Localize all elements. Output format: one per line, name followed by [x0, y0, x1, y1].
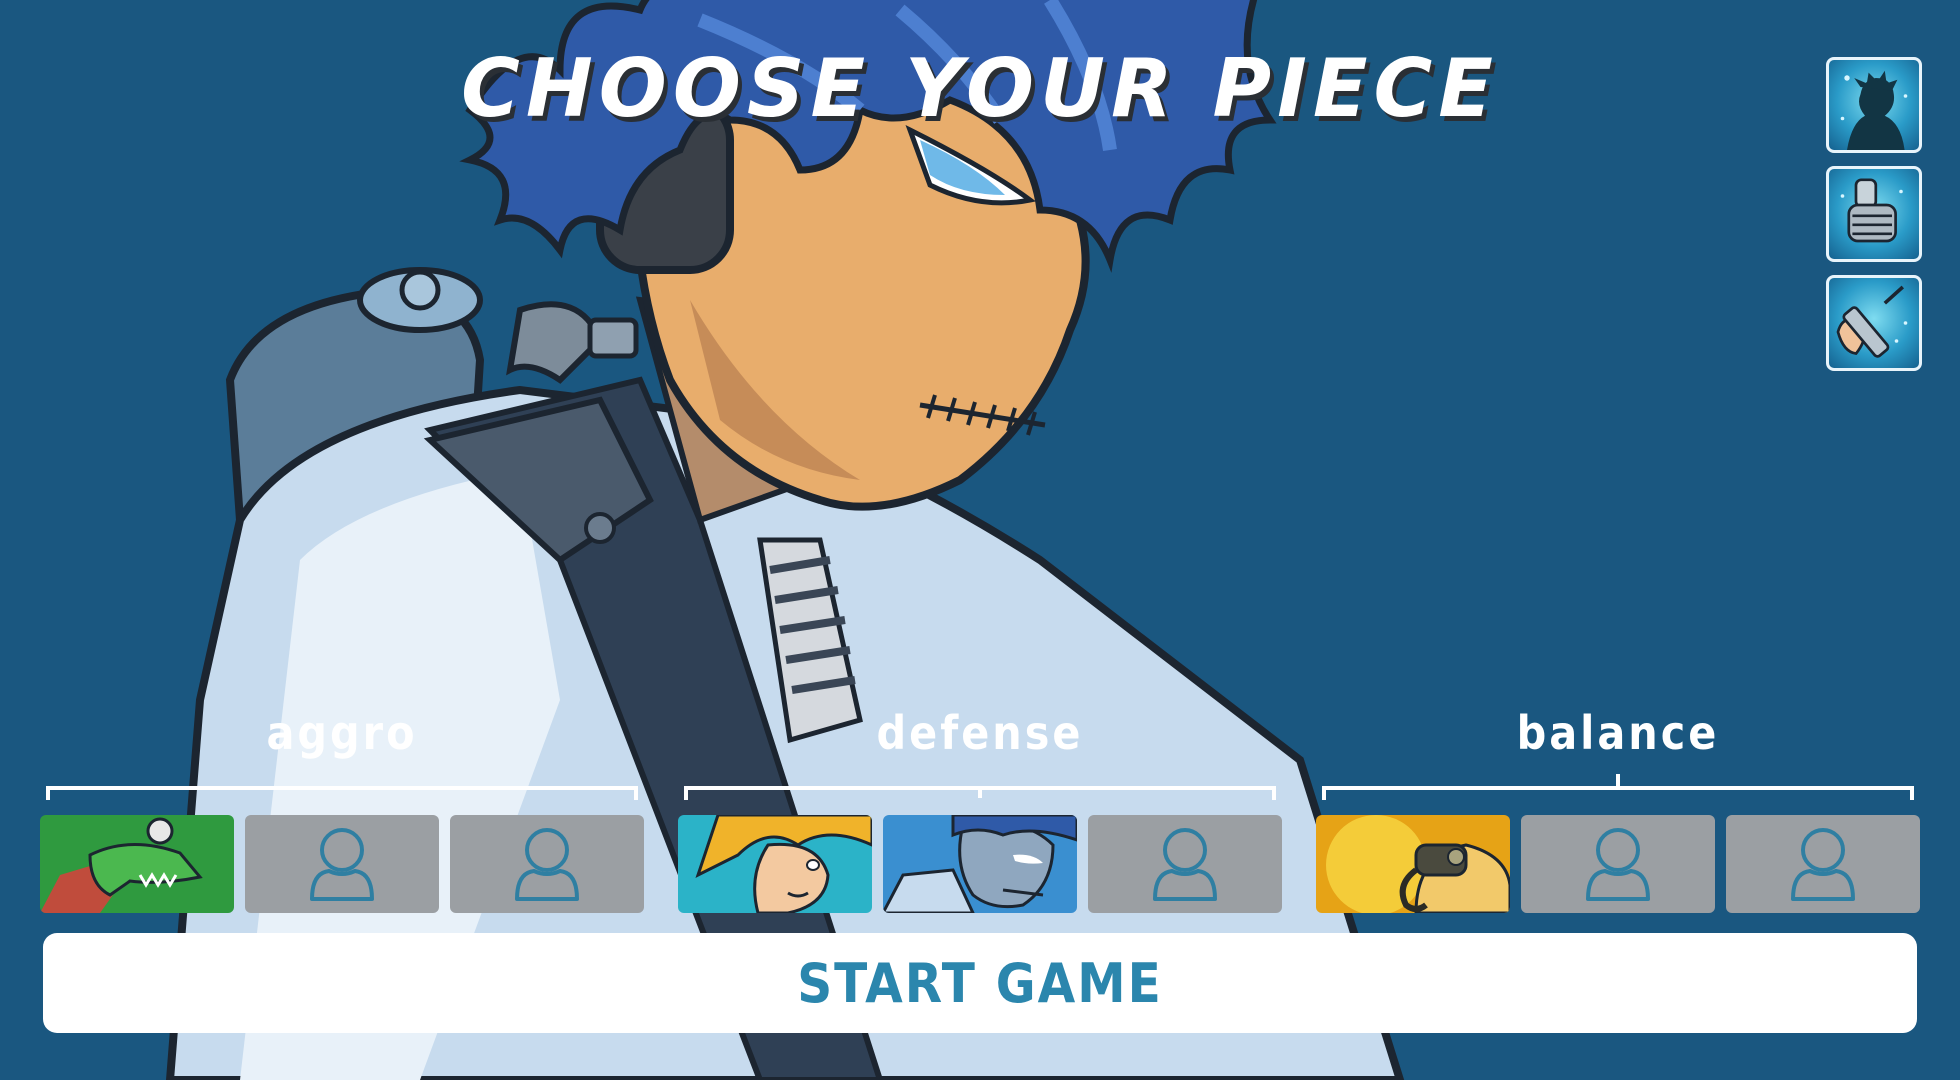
start-game-button[interactable]: START GAME	[43, 933, 1917, 1033]
ability-hand-syringe-button[interactable]	[1826, 275, 1922, 371]
blue-haired-scientist-portrait	[883, 815, 1077, 913]
hero-character-art	[165, 0, 1405, 1080]
piece-slot-aggro-2[interactable]	[245, 815, 439, 913]
gas-mask-yellow-portrait	[1316, 815, 1510, 913]
piece-slot-aggro-3[interactable]	[450, 815, 644, 913]
bracket-tick	[978, 786, 982, 798]
piece-slot-defense-3[interactable]	[1088, 815, 1282, 913]
user-placeholder-icon	[515, 828, 579, 901]
user-placeholder-icon	[310, 828, 374, 901]
piece-slot-balance-2[interactable]	[1521, 815, 1715, 913]
piece-slot-defense-2[interactable]	[883, 815, 1077, 913]
group-aggro: aggro	[38, 706, 646, 918]
group-label-defense: defense	[876, 706, 1084, 760]
ability-shadow-figure-button[interactable]	[1826, 57, 1922, 153]
ability-robot-fist-button[interactable]	[1826, 166, 1922, 262]
page-title: CHOOSE YOUR PIECE	[461, 42, 1499, 135]
blonde-girl-portrait	[678, 815, 872, 913]
group-label-aggro: aggro	[266, 706, 418, 760]
group-label-balance: balance	[1516, 706, 1720, 760]
group-bracket	[46, 786, 638, 800]
hand-syringe-icon	[1836, 285, 1908, 358]
group-bracket	[1322, 786, 1914, 800]
piece-slot-defense-1[interactable]	[678, 815, 872, 913]
piece-slot-balance-1[interactable]	[1316, 815, 1510, 913]
piece-slot-aggro-1[interactable]	[40, 815, 234, 913]
user-placeholder-icon	[1153, 828, 1217, 901]
group-defense: defense	[676, 706, 1284, 918]
user-placeholder-icon	[1791, 828, 1855, 901]
shadow-figure-icon	[1840, 70, 1908, 150]
piece-slot-balance-3[interactable]	[1726, 815, 1920, 913]
user-placeholder-icon	[1586, 828, 1650, 901]
green-crocodile-portrait	[40, 815, 234, 913]
bracket-tick	[1616, 774, 1620, 788]
robot-fist-icon	[1840, 178, 1903, 243]
group-balance: balance	[1314, 706, 1922, 918]
